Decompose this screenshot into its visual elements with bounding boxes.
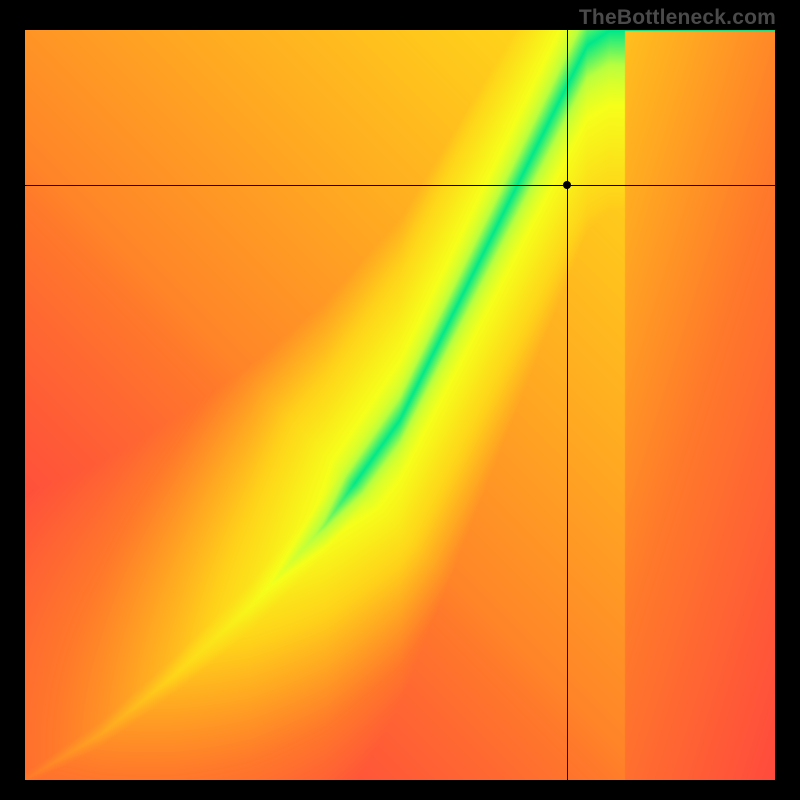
heatmap-canvas xyxy=(25,30,775,780)
crosshair-horizontal xyxy=(25,185,775,186)
heatmap-plot xyxy=(25,30,775,780)
crosshair-marker xyxy=(563,181,571,189)
crosshair-vertical xyxy=(567,30,568,780)
attribution-text: TheBottleneck.com xyxy=(579,6,776,30)
